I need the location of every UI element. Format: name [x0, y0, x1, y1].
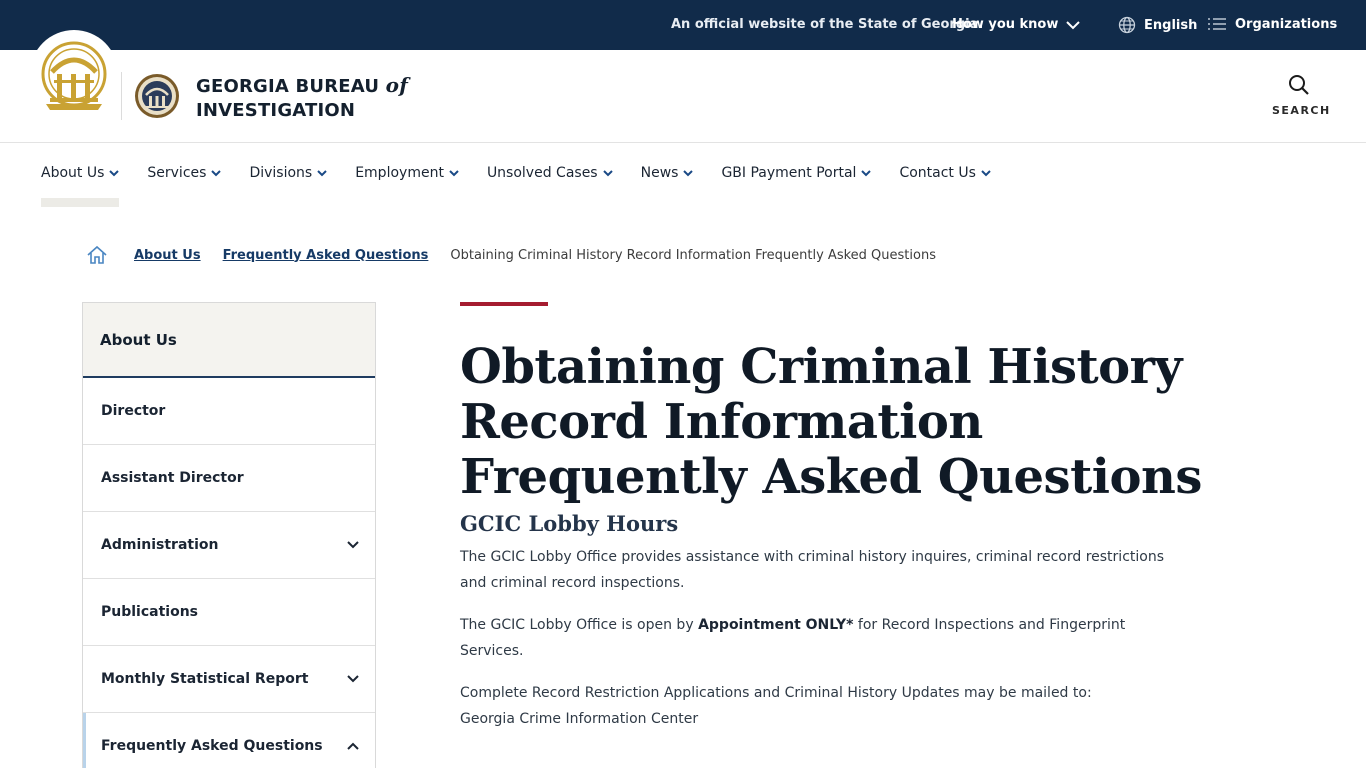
nav-item-about-us[interactable]: About Us [41, 165, 120, 181]
sidebar-item-label: Frequently Asked Questions [101, 738, 323, 754]
main-content: Obtaining Criminal History Record Inform… [460, 302, 1240, 732]
sidebar-item-assistant-director[interactable]: Assistant Director [83, 445, 375, 512]
sidebar-item-administration[interactable]: Administration [83, 512, 375, 579]
site-header: GEORGIA BUREAU of INVESTIGATION SEARCH [0, 30, 1366, 143]
agency-name-line1: GEORGIA BUREAU of [196, 73, 408, 97]
header-divider [121, 72, 122, 120]
sidebar-item-label: Assistant Director [101, 470, 244, 486]
chevron-down-icon [211, 170, 222, 177]
breadcrumb-link-about-us[interactable]: About Us [134, 248, 201, 263]
nav-item-divisions[interactable]: Divisions [249, 165, 327, 181]
mailing-recipient: Georgia Crime Information Center [460, 711, 699, 727]
nav-item-employment[interactable]: Employment [355, 165, 459, 181]
nav-item-contact-us[interactable]: Contact Us [899, 165, 991, 181]
nav-item-label: About Us [41, 165, 105, 181]
search-button[interactable]: SEARCH [1272, 74, 1331, 117]
search-icon [1289, 75, 1309, 95]
organizations-menu[interactable]: Organizations [1207, 16, 1337, 32]
globe-icon [1118, 16, 1136, 34]
official-site-text: An official website of the State of Geor… [671, 17, 984, 32]
chevron-down-icon [683, 170, 694, 177]
chevron-down-icon [449, 170, 459, 177]
georgia-state-seal-link[interactable] [30, 30, 118, 118]
chevron-down-icon [602, 170, 613, 177]
lobby-description: The GCIC Lobby Office provides assistanc… [460, 549, 1164, 591]
chevron-down-icon [981, 170, 991, 177]
mailing-line: Complete Record Restriction Applications… [460, 685, 1092, 701]
sidebar-item-director[interactable]: Director [83, 378, 375, 445]
sidebar-item-frequently-asked-questions[interactable]: Frequently Asked Questions [83, 713, 375, 768]
nav-item-label: News [640, 165, 679, 181]
official-banner: An official website of the State of Geor… [0, 0, 1366, 50]
list-icon [1208, 18, 1226, 30]
breadcrumb-current: Obtaining Criminal History Record Inform… [450, 247, 936, 263]
nav-item-unsolved-cases[interactable]: Unsolved Cases [487, 165, 613, 181]
chevron-down-icon [1066, 20, 1081, 29]
chevron-down-icon [861, 170, 872, 177]
sidebar-item-label: Monthly Statistical Report [101, 671, 309, 687]
chevron-down-icon[interactable] [346, 538, 360, 552]
sidebar-heading[interactable]: About Us [83, 303, 375, 378]
chevron-down-icon [317, 170, 327, 177]
mailing-instructions: Complete Record Restriction Applications… [460, 680, 1190, 732]
breadcrumb-link-faq[interactable]: Frequently Asked Questions [223, 248, 429, 263]
search-label: SEARCH [1272, 104, 1331, 117]
section-heading-lobby-hours: GCIC Lobby Hours [460, 511, 679, 536]
sidebar-item-label: Administration [101, 537, 219, 553]
georgia-state-seal-icon [41, 41, 107, 110]
appointment-only-emphasis: Appointment ONLY* [698, 617, 854, 633]
chevron-down-icon [109, 170, 120, 177]
language-selector[interactable]: English [1118, 16, 1197, 34]
nav-item-label: GBI Payment Portal [721, 165, 857, 181]
nav-item-gbi-payment-portal[interactable]: GBI Payment Portal [721, 165, 872, 181]
breadcrumb: About Us Frequently Asked Questions Obta… [86, 244, 936, 266]
how-you-know-toggle[interactable]: How you know [952, 17, 1081, 32]
nav-item-services[interactable]: Services [147, 165, 222, 181]
sidebar-item-label: Director [101, 403, 166, 419]
sidebar-item-label: Publications [101, 604, 199, 620]
page-title: Obtaining Criminal History Record Inform… [460, 339, 1202, 505]
nav-item-label: Services [147, 165, 207, 181]
nav-item-label: Employment [355, 165, 444, 181]
chevron-down-icon[interactable] [346, 672, 360, 686]
language-label: English [1144, 17, 1198, 33]
home-icon[interactable] [86, 244, 108, 266]
gbi-seal-icon [135, 74, 179, 118]
nav-item-label: Divisions [249, 165, 313, 181]
nav-active-indicator [41, 198, 119, 207]
chevron-up-icon[interactable] [346, 739, 360, 753]
nav-item-label: Unsolved Cases [486, 165, 598, 181]
sidebar-item-publications[interactable]: Publications [83, 579, 375, 646]
organizations-label: Organizations [1235, 16, 1338, 32]
agency-name-link[interactable]: GEORGIA BUREAU of INVESTIGATION [196, 73, 408, 123]
lobby-appointment-text: The GCIC Lobby Office is open by Appoint… [460, 617, 1126, 659]
nav-item-label: Contact Us [899, 165, 976, 181]
nav-item-news[interactable]: News [641, 165, 694, 181]
section-sidebar: About Us Director Assistant Director Adm… [82, 302, 376, 768]
agency-name-line2: INVESTIGATION [196, 100, 356, 121]
main-navigation: About Us Services Divisions Employment U… [0, 143, 1366, 207]
how-you-know-label: How you know [952, 17, 1059, 32]
sidebar-item-monthly-statistical-report[interactable]: Monthly Statistical Report [83, 646, 375, 713]
title-accent-bar [460, 302, 548, 306]
